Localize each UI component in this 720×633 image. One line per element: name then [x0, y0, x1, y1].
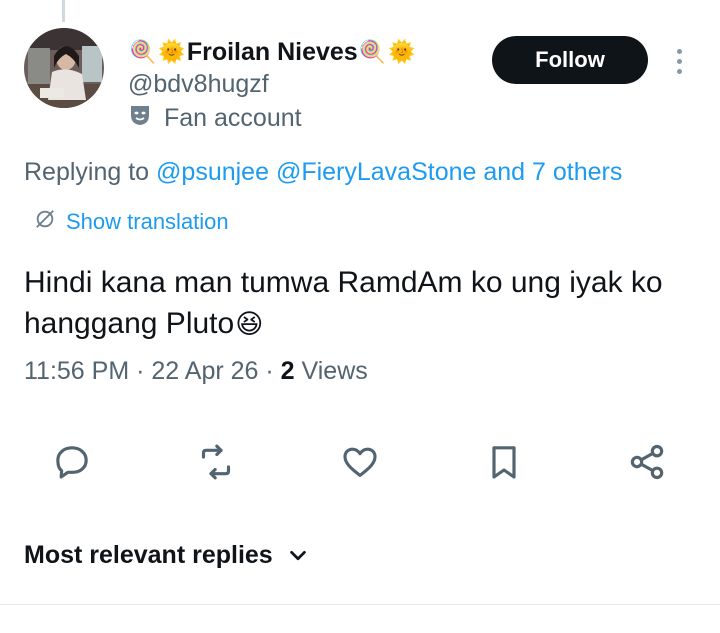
sun-emoji: 🌞 [388, 40, 416, 65]
like-button[interactable] [339, 441, 381, 483]
tweet-body: Hindi kana man tumwa RamdAm ko ung iyak … [24, 266, 663, 340]
tweet-date[interactable]: 22 Apr 26 [151, 357, 258, 385]
share-icon [630, 444, 664, 480]
laughing-emoji: 😆 [235, 309, 264, 340]
author-display-name[interactable]: Froilan Nieves [187, 38, 358, 67]
divider [0, 604, 720, 605]
mention-others[interactable]: and 7 others [483, 158, 622, 186]
thread-line [62, 0, 65, 22]
bookmark-icon [492, 446, 516, 479]
reply-button[interactable] [51, 441, 93, 483]
heart-icon [343, 447, 377, 477]
tweet-text: Hindi kana man tumwa RamdAm ko ung iyak … [24, 262, 714, 345]
author-name-row[interactable]: 🍭 🌞 Froilan Nieves 🍭 🌞 [128, 38, 417, 67]
meta-separator: · [265, 357, 274, 385]
tweet-time[interactable]: 11:56 PM [24, 357, 129, 385]
account-label: Fan account [128, 103, 302, 134]
avatar-photo [24, 28, 104, 108]
lollipop-emoji: 🍭 [129, 40, 157, 65]
mention-psunjee[interactable]: @psunjee [156, 158, 269, 186]
avatar[interactable] [24, 28, 104, 108]
lollipop-emoji: 🍭 [358, 40, 387, 65]
sun-emoji: 🌞 [158, 40, 186, 65]
replies-sort-label[interactable]: Most relevant replies [24, 541, 273, 570]
chevron-down-icon [289, 550, 306, 560]
account-label-text: Fan account [164, 104, 302, 132]
share-button[interactable] [626, 441, 668, 483]
bookmark-button[interactable] [483, 441, 525, 483]
views-label: Views [301, 357, 368, 385]
mention-fierylavastone[interactable]: @FieryLavaStone [276, 158, 476, 186]
show-translation-link[interactable]: Show translation [34, 208, 229, 236]
replying-prefix: Replying to [24, 158, 150, 186]
replies-sort-dropdown[interactable]: Most relevant replies [24, 541, 309, 570]
translate-icon [34, 208, 66, 236]
replying-to: Replying to @psunjee @FieryLavaStone and… [24, 158, 622, 187]
retweet-icon [201, 444, 231, 480]
meta-separator: · [136, 357, 145, 385]
show-translation-label[interactable]: Show translation [66, 209, 229, 235]
views-count: 2 [280, 357, 295, 385]
retweet-button[interactable] [195, 441, 237, 483]
reply-icon [56, 446, 88, 479]
more-options-icon[interactable] [664, 44, 694, 78]
tweet-meta: 11:56 PM · 22 Apr 26 · 2 Views [24, 357, 368, 386]
theater-masks-icon [128, 103, 164, 134]
author-handle[interactable]: @bdv8hugzf [128, 70, 269, 99]
follow-button[interactable]: Follow [492, 36, 648, 84]
